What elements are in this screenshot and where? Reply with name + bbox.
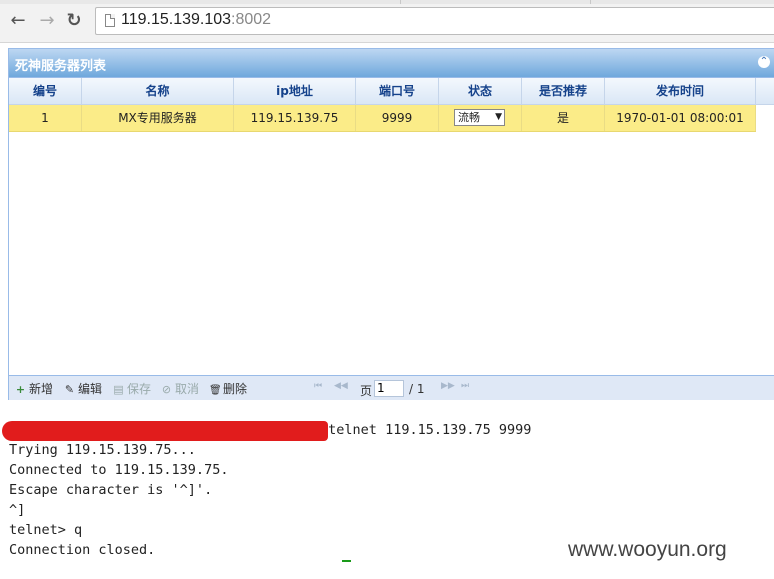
grid-toolbar: + 新增 ✎ 编辑 ▤ 保存 ⊘ 取消 🗑删除 ⏮ ◀◀ 页 1 / 1 ▶▶ ⏭ xyxy=(9,375,774,402)
next-page-icon[interactable]: ▶▶ xyxy=(441,381,455,391)
column-header-recommended[interactable]: 是否推荐 xyxy=(522,78,605,104)
panel-header: 死神服务器列表 ⌃ xyxy=(9,49,774,78)
cancel-label: 取消 xyxy=(175,382,200,396)
edit-label: 编辑 xyxy=(78,382,103,396)
tab-strip xyxy=(0,0,774,4)
cancel-icon: ⊘ xyxy=(161,383,172,396)
cell-published: 1970-01-01 08:00:01 xyxy=(605,105,756,131)
prev-page-icon[interactable]: ◀◀ xyxy=(334,381,348,391)
save-icon: ▤ xyxy=(113,383,124,396)
cancel-button[interactable]: ⊘ 取消 xyxy=(161,380,199,398)
page-number-input[interactable]: 1 xyxy=(374,380,404,397)
save-label: 保存 xyxy=(127,382,152,396)
cell-name: MX专用服务器 xyxy=(82,105,234,131)
grid-header: 编号 名称 ip地址 端口号 状态 是否推荐 发布时间 xyxy=(9,78,774,105)
terminal-line: telnet> q xyxy=(9,522,83,538)
redaction-mark xyxy=(2,421,328,441)
terminal-output: /di_fuse_simple$ telnet 119.15.139.75 99… xyxy=(0,400,774,579)
delete-button[interactable]: 🗑删除 xyxy=(209,380,247,398)
table-row[interactable]: 1 MX专用服务器 119.15.139.75 9999 流畅 ▼ 是 1970… xyxy=(9,105,756,132)
column-header-ip[interactable]: ip地址 xyxy=(234,78,356,104)
tab-divider xyxy=(590,0,591,4)
column-header-status[interactable]: 状态 xyxy=(439,78,522,104)
trash-icon: 🗑 xyxy=(209,385,222,396)
url-text: 119.15.139.103:8002 xyxy=(121,11,271,29)
cell-status: 流畅 ▼ xyxy=(439,105,522,131)
dropdown-arrow-icon: ▼ xyxy=(495,112,502,122)
back-icon[interactable]: ← xyxy=(8,10,28,32)
status-select-value: 流畅 xyxy=(458,111,480,124)
address-bar[interactable]: 119.15.139.103:8002 xyxy=(95,7,774,35)
cell-port: 9999 xyxy=(356,105,439,131)
edit-button[interactable]: ✎ 编辑 xyxy=(64,380,102,398)
forward-icon[interactable]: → xyxy=(37,10,57,32)
terminal-line: Connection closed. xyxy=(9,542,156,558)
add-button[interactable]: + 新增 xyxy=(15,380,53,398)
add-label: 新增 xyxy=(29,382,54,396)
delete-label: 删除 xyxy=(223,382,248,396)
watermark: www.wooyun.org xyxy=(568,538,727,561)
terminal-line: ^] xyxy=(9,502,26,518)
panel-title: 死神服务器列表 xyxy=(15,59,107,74)
page-icon xyxy=(105,14,115,27)
add-icon: + xyxy=(15,383,26,396)
status-select[interactable]: 流畅 ▼ xyxy=(454,109,505,126)
first-page-icon[interactable]: ⏮ xyxy=(314,381,322,391)
column-header-name[interactable]: 名称 xyxy=(82,78,234,104)
terminal-line: Escape character is '^]'. xyxy=(9,482,213,498)
cell-id: 1 xyxy=(9,105,82,131)
column-header-id[interactable]: 编号 xyxy=(9,78,82,104)
column-header-published[interactable]: 发布时间 xyxy=(605,78,756,104)
collapse-icon[interactable]: ⌃ xyxy=(758,56,770,68)
page-total: / 1 xyxy=(409,382,425,396)
cell-ip: 119.15.139.75 xyxy=(234,105,356,131)
save-button[interactable]: ▤ 保存 xyxy=(113,380,151,398)
terminal-line: Connected to 119.15.139.75. xyxy=(9,462,229,478)
last-page-icon[interactable]: ⏭ xyxy=(461,381,469,391)
column-header-port[interactable]: 端口号 xyxy=(356,78,439,104)
url-host: 119.15.139.103 xyxy=(121,11,232,28)
url-port: :8002 xyxy=(231,11,272,28)
tab-divider xyxy=(400,0,401,4)
terminal-cursor xyxy=(342,560,351,562)
terminal-line: Trying 119.15.139.75... xyxy=(9,442,196,458)
page-prefix: 页 xyxy=(360,384,373,398)
cell-recommended: 是 xyxy=(522,105,605,131)
server-list-panel: 死神服务器列表 ⌃ 编号 名称 ip地址 端口号 状态 是否推荐 发布时间 1 … xyxy=(8,48,774,402)
reload-icon[interactable]: ↻ xyxy=(64,10,84,32)
edit-icon: ✎ xyxy=(64,383,75,396)
browser-chrome: ← → ↻ 119.15.139.103:8002 xyxy=(0,0,774,43)
